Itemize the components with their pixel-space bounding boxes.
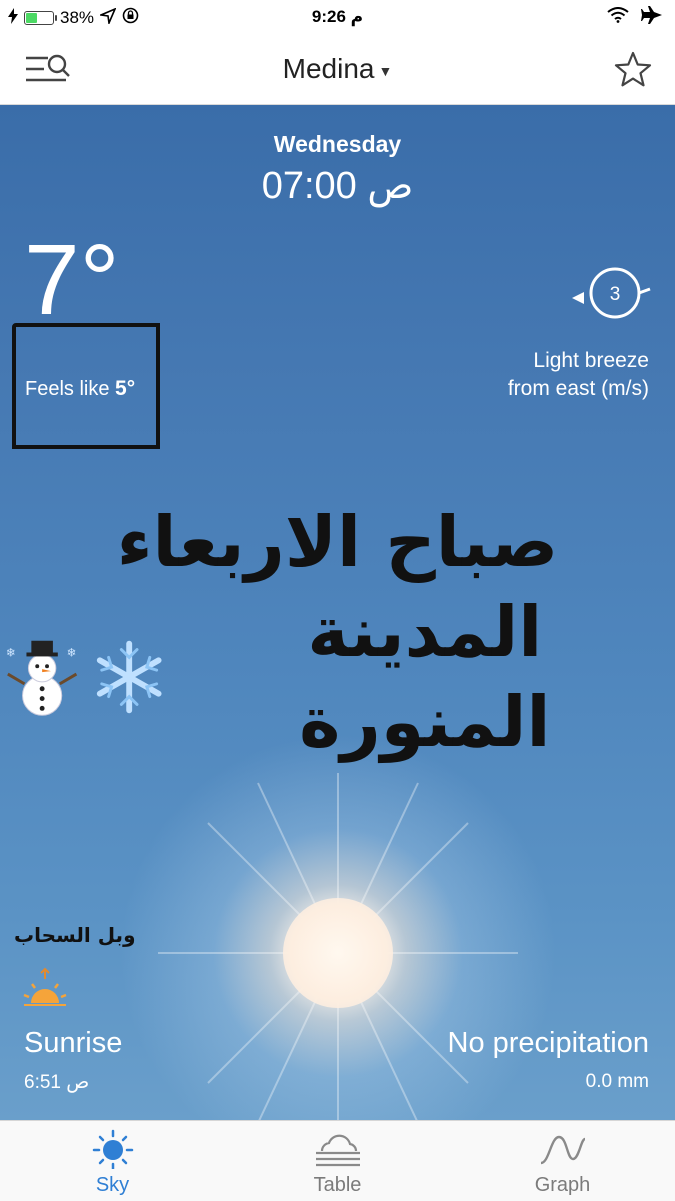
feels-like-label: Feels like bbox=[25, 378, 110, 400]
wave-graph-icon bbox=[540, 1135, 586, 1165]
wind-speed: 3 bbox=[610, 284, 621, 305]
sky-view[interactable]: Wednesday 07:00 ص 7° Feels like 5° 3 Lig… bbox=[0, 105, 675, 1120]
wind-description: Light breeze from east (m/s) bbox=[508, 347, 649, 403]
sunrise-time: 6:51 ص bbox=[24, 1072, 90, 1093]
status-right bbox=[607, 6, 663, 29]
nav-bar: Medina ▼ bbox=[0, 36, 675, 105]
airplane-mode-icon bbox=[641, 6, 663, 29]
sunrise-icon bbox=[23, 967, 67, 1006]
greeting-overlay: صباح الاربعاء ❄ ❄ المدينة المنورة bbox=[0, 497, 675, 767]
wind-direction-icon: 3 bbox=[572, 267, 651, 319]
tab-label-sky: Sky bbox=[95, 1174, 130, 1196]
chevron-down-icon: ▼ bbox=[378, 62, 393, 79]
greeting-line-2-row: ❄ ❄ المدينة المنورة bbox=[0, 587, 675, 767]
sunrise-title: Sunrise bbox=[24, 1027, 123, 1059]
tab-bar: Sky Table Graph bbox=[0, 1120, 675, 1201]
tab-graph[interactable]: Graph bbox=[450, 1121, 675, 1201]
sun-icon bbox=[92, 1129, 133, 1169]
tab-table[interactable]: Table bbox=[225, 1121, 450, 1201]
precipitation-title: No precipitation bbox=[447, 1027, 650, 1059]
greeting-line-2: المدينة المنورة bbox=[299, 591, 551, 763]
location-name: Medina bbox=[282, 53, 375, 84]
tab-label-graph: Graph bbox=[534, 1174, 591, 1196]
svg-text:❄: ❄ bbox=[6, 645, 16, 659]
status-bar: 38% 9:26 م bbox=[0, 0, 675, 36]
favorite-button[interactable] bbox=[613, 50, 653, 90]
feels-like: Feels like 5° bbox=[25, 377, 135, 401]
wifi-icon bbox=[607, 7, 629, 28]
snowflake-icon bbox=[97, 640, 162, 714]
tab-sky[interactable]: Sky bbox=[0, 1121, 225, 1201]
greeting-line-1: صباح الاربعاء bbox=[116, 501, 559, 583]
cloud-table-icon bbox=[315, 1134, 360, 1167]
feels-like-value: 5° bbox=[115, 377, 136, 400]
tab-label-table: Table bbox=[313, 1174, 362, 1196]
snowman-icon: ❄ ❄ bbox=[6, 640, 78, 716]
status-time: 9:26 م bbox=[311, 7, 364, 26]
signature-text: وبل السحاب bbox=[14, 923, 136, 947]
temperature: 7° bbox=[24, 224, 120, 336]
forecast-day: Wednesday bbox=[273, 131, 402, 157]
location-selector[interactable]: Medina ▼ bbox=[0, 53, 675, 85]
svg-text:❄: ❄ bbox=[67, 645, 77, 659]
sun bbox=[283, 898, 393, 1008]
forecast-time: 07:00 ص bbox=[261, 165, 414, 207]
wind-dial: 3 bbox=[570, 263, 656, 323]
wind-line-1: Light breeze bbox=[533, 349, 649, 372]
star-icon bbox=[614, 51, 652, 87]
precipitation-amount: 0.0 mm bbox=[585, 1071, 649, 1092]
wind-line-2: from east (m/s) bbox=[507, 377, 649, 400]
